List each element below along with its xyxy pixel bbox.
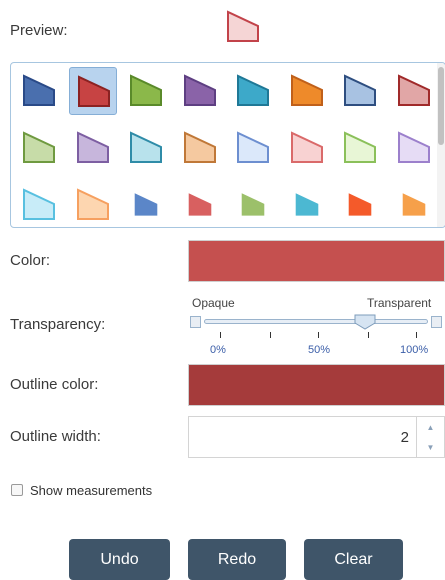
symbol-swatch[interactable] [390, 124, 438, 172]
show-measurements-checkbox[interactable] [11, 484, 23, 496]
polygon-symbol-icon [290, 131, 323, 163]
symbol-swatch[interactable] [122, 124, 170, 172]
symbol-swatch[interactable] [122, 67, 170, 115]
polygon-symbol-icon [344, 131, 376, 163]
symbol-swatch[interactable] [390, 181, 438, 227]
symbol-swatch[interactable] [68, 67, 117, 115]
polygon-symbol-icon [402, 193, 425, 216]
symbol-swatch[interactable] [229, 67, 277, 115]
polygon-symbol-icon [397, 131, 430, 163]
symbol-swatch[interactable] [283, 181, 331, 227]
slider-tick [220, 332, 221, 338]
symbol-swatch[interactable] [283, 124, 331, 172]
outline-color-picker-swatch[interactable] [188, 364, 445, 406]
polygon-symbol-icon [237, 131, 269, 163]
symbol-swatch[interactable] [390, 67, 438, 115]
slider-track[interactable] [204, 319, 428, 324]
preview-label: Preview: [10, 22, 68, 39]
polygon-symbol-icon [130, 131, 162, 163]
palette-scrollbar-thumb[interactable] [438, 67, 444, 145]
symbol-swatch[interactable] [336, 67, 384, 115]
polygon-symbol-icon [237, 74, 269, 106]
polygon-symbol-icon [23, 74, 55, 106]
symbol-palette[interactable] [10, 62, 445, 228]
symbol-swatch[interactable] [229, 124, 277, 172]
polygon-symbol-icon [134, 193, 158, 216]
symbol-swatch[interactable] [69, 181, 117, 227]
transparent-label: Transparent [367, 296, 432, 310]
clear-button[interactable]: Clear [304, 539, 403, 580]
polygon-symbol-icon [76, 131, 109, 163]
polygon-symbol-icon [397, 74, 430, 106]
symbol-swatch[interactable] [229, 181, 277, 227]
symbol-swatch[interactable] [283, 67, 331, 115]
slider-increment-button[interactable] [431, 316, 442, 328]
outline-color-label: Outline color: [10, 376, 99, 393]
polygon-symbol-icon [188, 193, 211, 216]
polygon-symbol-icon [183, 131, 216, 163]
symbol-swatch[interactable] [176, 181, 224, 227]
spin-down-arrow-icon[interactable]: ▼ [417, 437, 444, 457]
symbol-swatch[interactable] [15, 67, 63, 115]
color-picker-swatch[interactable] [188, 240, 445, 282]
outline-width-input[interactable] [189, 417, 415, 457]
slider-tick [318, 332, 319, 338]
symbol-swatch[interactable] [336, 181, 384, 227]
symbol-swatch[interactable] [15, 181, 63, 227]
outline-width-spinner[interactable]: ▲ ▼ [416, 417, 444, 457]
tick-label-100: 100% [400, 344, 429, 356]
symbol-swatch[interactable] [336, 124, 384, 172]
symbol-swatch[interactable] [122, 181, 170, 227]
symbol-swatch[interactable] [176, 67, 224, 115]
polygon-symbol-icon [77, 75, 110, 107]
polygon-symbol-icon [295, 193, 318, 216]
polygon-symbol-icon [76, 188, 109, 220]
symbol-swatch[interactable] [176, 124, 224, 172]
polygon-symbol-icon [183, 74, 216, 106]
redo-button[interactable]: Redo [188, 539, 286, 580]
outline-width-stepper[interactable]: ▲ ▼ [188, 416, 445, 458]
symbol-swatch[interactable] [69, 124, 117, 172]
tick-label-0: 0% [210, 344, 226, 356]
undo-button[interactable]: Undo [69, 539, 170, 580]
polygon-symbol-icon [23, 188, 55, 220]
polygon-symbol-icon [290, 74, 323, 106]
preview-shape-icon [227, 10, 259, 42]
slider-tick [368, 332, 369, 338]
show-measurements-label[interactable]: Show measurements [30, 483, 152, 498]
polygon-symbol-icon [344, 74, 376, 106]
color-label: Color: [10, 252, 51, 269]
polygon-symbol-icon [241, 193, 265, 216]
outline-width-label: Outline width: [10, 428, 101, 445]
polygon-symbol-icon [130, 74, 162, 106]
slider-tick [416, 332, 417, 338]
symbol-swatch[interactable] [15, 124, 63, 172]
slider-tick [270, 332, 271, 338]
tick-label-50: 50% [308, 344, 331, 356]
transparency-label: Transparency: [10, 316, 106, 333]
transparency-slider[interactable]: 0% 50% 100% [190, 312, 445, 362]
slider-decrement-button[interactable] [190, 316, 201, 328]
palette-scrollbar[interactable] [437, 63, 445, 227]
polygon-symbol-icon [348, 193, 372, 216]
opaque-label: Opaque [192, 296, 235, 310]
spin-up-arrow-icon[interactable]: ▲ [417, 417, 444, 437]
polygon-symbol-icon [23, 131, 55, 163]
slider-thumb[interactable] [354, 314, 376, 330]
